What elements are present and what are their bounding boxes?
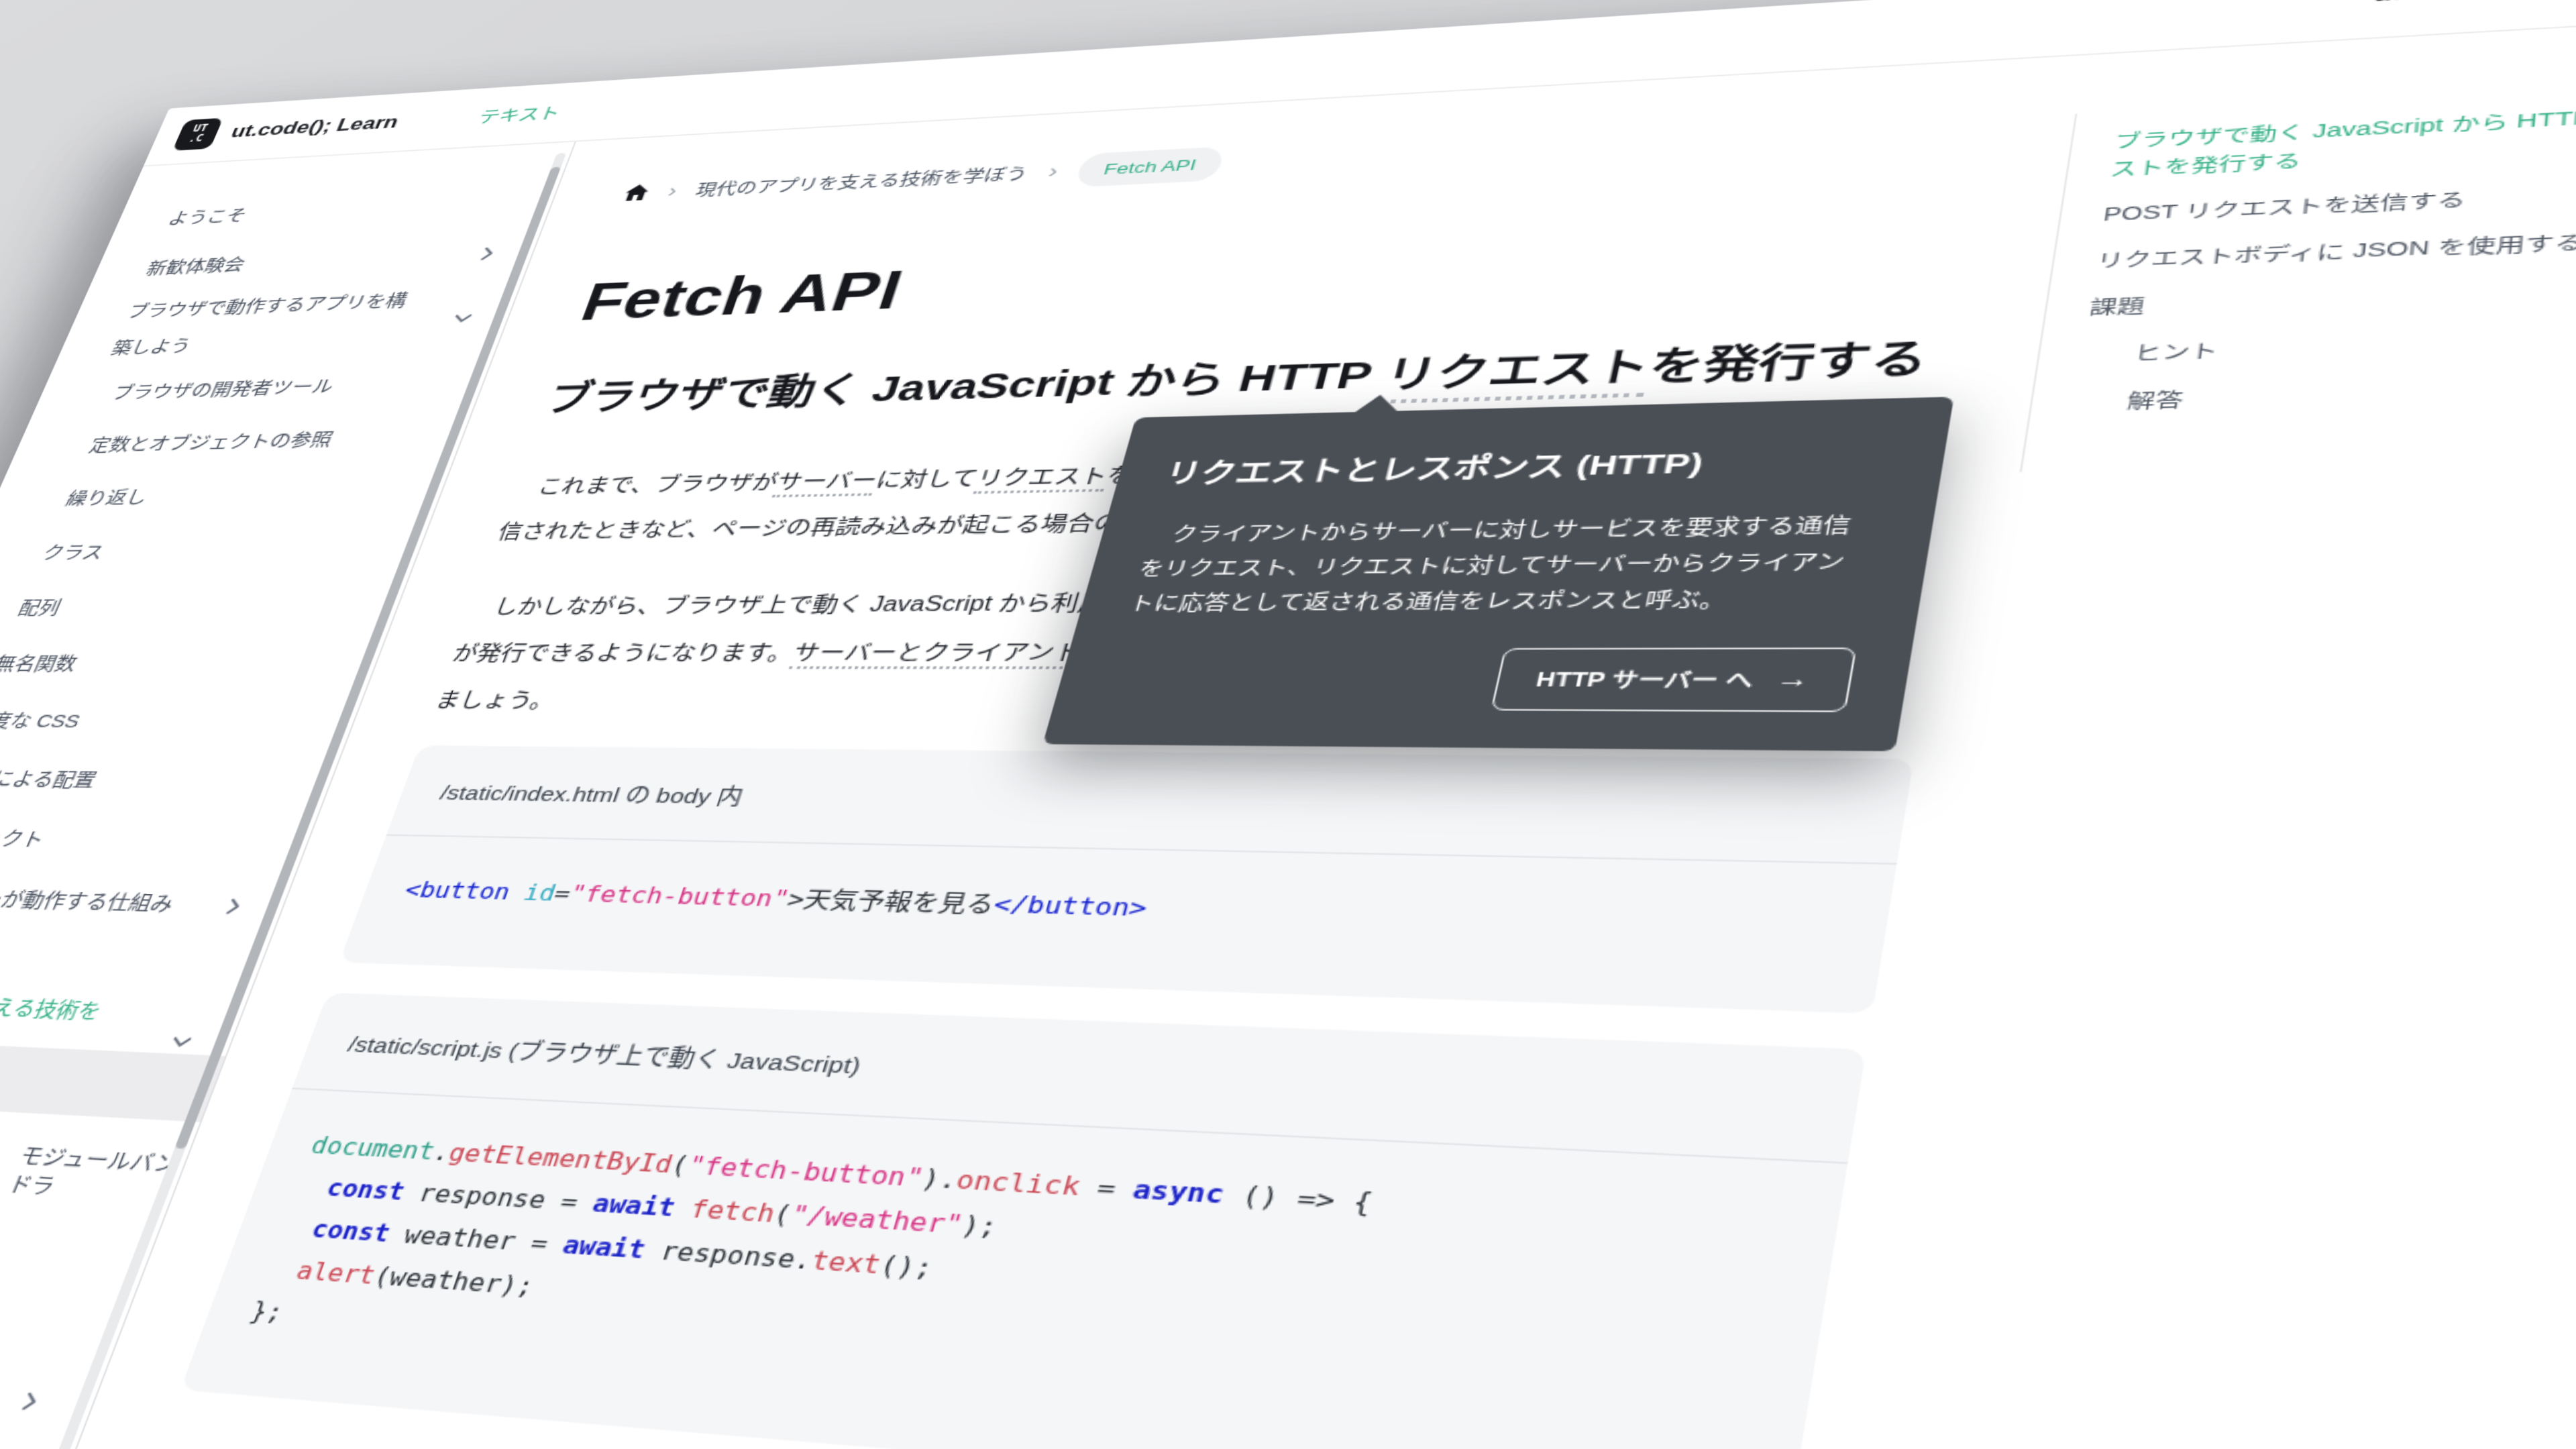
sidebar-item-label: 配列: [15, 596, 65, 621]
toc: ブラウザで動く JavaScript から HTTP リクエストを発行するPOS…: [2020, 80, 2576, 472]
sidebar-item-label: クラス: [38, 541, 107, 565]
tooltip-title: リクエストとレスポンス (HTTP): [1160, 443, 1716, 496]
tooltip-body: クライアントからサーバーに対しサービスを要求する通信をリクエスト、リクエストに対…: [1125, 508, 1882, 622]
http-server-button-label: HTTP サーバー へ: [1534, 665, 1756, 694]
page-title: Fetch API: [573, 211, 2004, 333]
text-segment: これまで、ブラウザが: [535, 473, 781, 498]
utcode-logo[interactable]: UT .C: [172, 118, 223, 151]
sidebar-item-label: ブラウザの開発者ツール: [109, 375, 338, 405]
screenshot-background: UT .C ut.code(); Learn テキスト ut.code(); よ…: [0, 0, 2576, 1449]
underlined-term[interactable]: サーバーとクライアント: [789, 642, 1083, 669]
code-block-html: /static/index.html の body 内 <button id="…: [339, 745, 1914, 1014]
sidebar-item-label: 無名関数: [0, 652, 81, 676]
chevron-right-icon: [17, 1391, 44, 1412]
breadcrumb-separator: ›: [665, 183, 679, 199]
code-block-js: /static/script.js (ブラウザ上で動く JavaScript) …: [180, 993, 1866, 1449]
text-segment: に対して: [873, 469, 980, 492]
sidebar-item-label: ブラウザで動作するアプリを構築しよう: [104, 282, 417, 368]
code-content: <button id="fetch-button">天気予報を見る</butto…: [339, 836, 1896, 1014]
toc-item[interactable]: ブラウザで動く JavaScript から HTTP リクエストを発行する: [2108, 98, 2576, 183]
text-segment: ブラウザで動く JavaScript から HTTP: [541, 354, 1391, 419]
toc-item[interactable]: リクエストボディに JSON を使用する: [2094, 221, 2576, 274]
sidebar-item-label: 新歓体験会: [143, 254, 249, 280]
chevron-down-icon: [168, 1032, 195, 1051]
sidebar-item[interactable]: CSS による配置: [0, 749, 341, 815]
external-site-label: ut.code();: [2372, 0, 2519, 7]
chevron-right-icon: [221, 898, 247, 916]
toc-item[interactable]: ヒント: [2081, 319, 2576, 369]
sidebar-item[interactable]: Web サーバーが動作する仕組み: [0, 865, 294, 939]
http-server-button[interactable]: HTTP サーバー へ →: [1491, 647, 1857, 712]
underlined-term[interactable]: リクエスト: [973, 466, 1110, 494]
breadcrumb-current-badge[interactable]: Fetch API: [1074, 146, 1226, 186]
chevron-right-icon: [476, 246, 500, 262]
sidebar-item[interactable]: [17, 1391, 44, 1412]
toc-item[interactable]: POST リクエストを送信する: [2102, 173, 2576, 229]
toc-item[interactable]: 課題: [2088, 270, 2576, 321]
browser-page-card: UT .C ut.code(); Learn テキスト ut.code(); よ…: [0, 0, 2576, 1449]
code-line: <button id="fetch-button">天気予報を見る</butto…: [398, 871, 1836, 949]
sidebar-item[interactable]: 繰り返し: [0, 464, 451, 527]
sidebar-item-label: CSS による配置: [0, 767, 101, 794]
text-segment: を発行する: [1645, 337, 1932, 389]
tooltip-caret-icon: [1354, 394, 1403, 414]
home-icon[interactable]: [621, 183, 651, 202]
toc-list: ブラウザで動く JavaScript から HTTP リクエストを発行するPOS…: [2074, 96, 2576, 417]
sidebar-item[interactable]: 配列: [0, 577, 409, 636]
arrow-right-icon: →: [1774, 669, 1811, 690]
sidebar-item-label: Web サーバーが動作する仕組み: [0, 883, 178, 918]
sidebar-item[interactable]: クラス: [0, 520, 430, 581]
underlined-term[interactable]: リクエスト: [1378, 346, 1654, 404]
breadcrumb-section-link[interactable]: 現代のアプリを支える技術を学ぼう: [692, 161, 1031, 201]
sidebar-item-label: 定数とオブジェクトの参照: [85, 428, 336, 457]
logo-text-bottom: .C: [186, 134, 205, 145]
breadcrumb-separator: ›: [1046, 163, 1060, 180]
sidebar-item[interactable]: 高度な CSS: [0, 692, 364, 753]
sidebar-item-label: 高度な CSS: [0, 709, 84, 735]
sidebar-item-label: オブジェクト: [0, 825, 49, 853]
toc-item[interactable]: 解答: [2074, 370, 2576, 417]
sidebar-item-label: ようこそ: [164, 205, 250, 229]
sidebar-item-label: 繰り返し: [62, 486, 152, 511]
underlined-term[interactable]: サーバー: [772, 471, 879, 498]
nav-link-text[interactable]: テキスト: [476, 101, 565, 127]
sidebar-item[interactable]: 無名関数: [0, 635, 386, 694]
sidebar-item[interactable]: オブジェクト: [0, 807, 317, 877]
logo-text-top: UT: [191, 123, 209, 134]
text-segment: が発行できるようになります。: [449, 643, 797, 665]
chevron-down-icon: [451, 310, 474, 325]
external-site-link[interactable]: ut.code();: [2372, 0, 2573, 7]
term-tooltip: リクエストとレスポンス (HTTP) クライアントからサーバーに対しサービスを要…: [1042, 396, 1954, 751]
brand-title[interactable]: ut.code(); Learn: [227, 112, 402, 143]
